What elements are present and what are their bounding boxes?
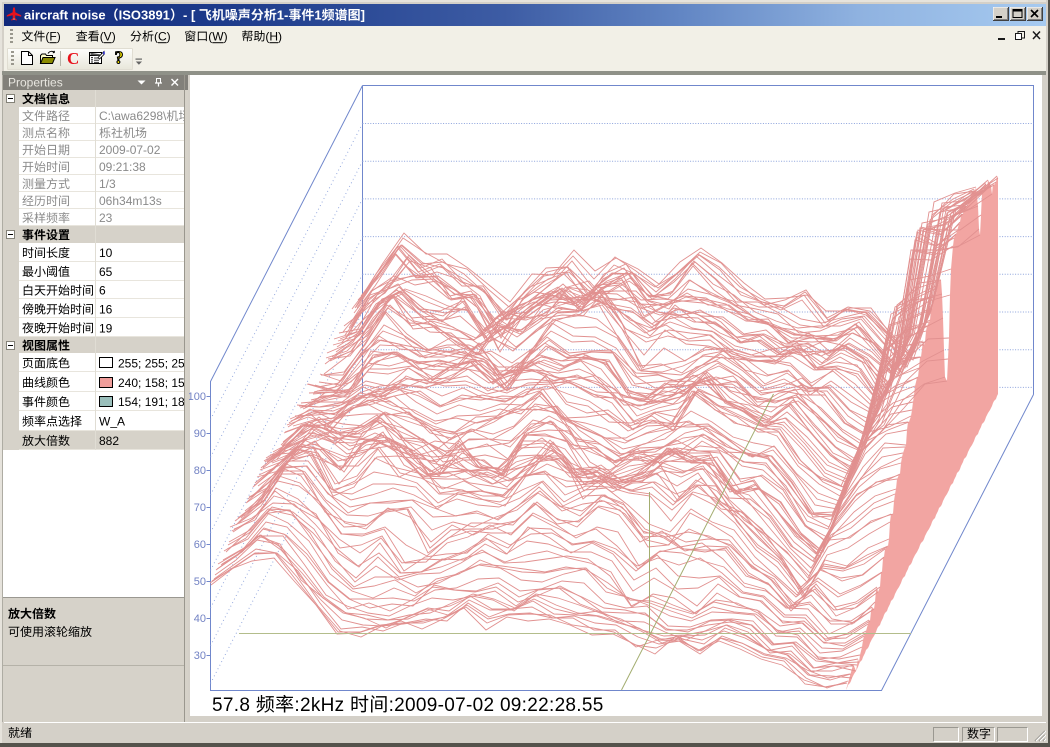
svg-text:2009-07-02: 2009-07-02: [99, 143, 161, 157]
svg-text:65: 65: [99, 265, 113, 279]
svg-text:154; 191; 187: 154; 191; 187: [118, 395, 192, 409]
svg-text::2kHz: :2kHz: [294, 695, 344, 716]
svg-text:255; 255; 255: 255; 255; 255: [118, 356, 192, 370]
svg-text:C:\awa6298\: C:\awa6298\: [99, 109, 167, 123]
svg-text:(W): (W): [208, 30, 227, 44]
svg-text:Properties: Properties: [8, 76, 63, 90]
svg-text:19: 19: [99, 321, 113, 335]
svg-text:aircraft noise: aircraft noise: [24, 8, 106, 23]
svg-text:(C): (C): [154, 30, 171, 44]
svg-text:1: 1: [314, 8, 321, 23]
svg-text:882: 882: [99, 434, 119, 448]
svg-text:ISO3891: ISO3891: [119, 8, 170, 23]
svg-text:(F): (F): [45, 30, 60, 44]
svg-text:57.8: 57.8: [212, 695, 250, 716]
svg-text:09:21:38: 09:21:38: [99, 160, 146, 174]
svg-text:]: ]: [361, 8, 365, 23]
svg-text:(H): (H): [265, 30, 282, 44]
svg-text:06h34m13s: 06h34m13s: [99, 194, 162, 208]
svg-text:1-: 1-: [277, 8, 289, 23]
svg-text:16: 16: [99, 303, 113, 317]
svg-text:1/3: 1/3: [99, 177, 116, 191]
svg-text:- [: - [: [183, 8, 196, 23]
svg-text:(V): (V): [100, 30, 116, 44]
svg-text::2009-07-02 09:22:28.55: :2009-07-02 09:22:28.55: [389, 695, 604, 716]
svg-text:6: 6: [99, 284, 106, 298]
svg-text:10: 10: [99, 246, 113, 260]
svg-text:W_A: W_A: [99, 415, 125, 429]
svg-text:240; 158; 155: 240; 158; 155: [118, 376, 192, 390]
svg-text:23: 23: [99, 211, 113, 225]
